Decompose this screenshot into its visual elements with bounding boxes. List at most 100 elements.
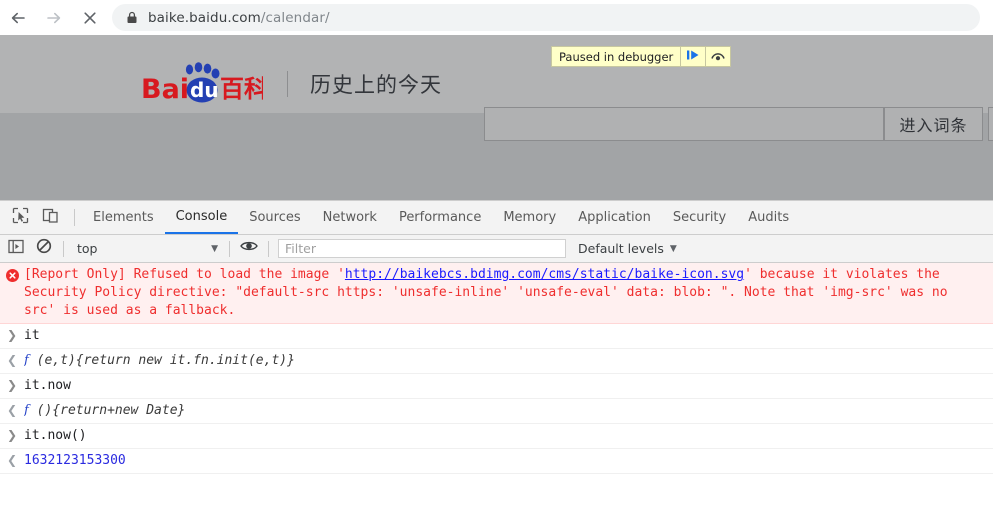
function-source: (){return+new Date} (28, 403, 186, 418)
console-input-text: it.now (24, 378, 71, 393)
tab-elements[interactable]: Elements (82, 201, 165, 234)
screenshot-root: baike.baidu.com/calendar/ Bai du 百科 历史上的… (0, 0, 993, 507)
svg-text:百科: 百科 (220, 75, 263, 103)
inspect-element-button[interactable] (5, 204, 35, 232)
error-line2: Security Policy directive: "default-src … (24, 285, 948, 300)
log-levels-select[interactable]: Default levels ▼ (578, 241, 677, 256)
chevron-down-icon: ▼ (211, 243, 218, 254)
console-output-row[interactable]: ❮ ƒ (e,t){return new it.fn.init(e,t)} (0, 349, 993, 374)
error-line1-pre: [Report Only] Refused to load the image … (24, 267, 345, 282)
url-path: /calendar/ (260, 9, 330, 26)
address-bar[interactable]: baike.baidu.com/calendar/ (112, 4, 980, 31)
svg-text:du: du (190, 78, 219, 102)
execution-context-select[interactable]: top ▼ (69, 239, 224, 259)
console-error-message[interactable]: [Report Only] Refused to load the image … (0, 263, 993, 324)
execution-context-value: top (77, 241, 98, 256)
stop-x-icon (80, 8, 100, 28)
toolbar-divider-3 (268, 240, 269, 257)
paused-in-debugger-banner: Paused in debugger (551, 46, 732, 67)
error-line1-post: ' because it violates the (744, 267, 940, 282)
lock-icon (126, 11, 138, 24)
tab-sources[interactable]: Sources (238, 201, 311, 234)
navigation-buttons (0, 0, 108, 35)
forward-arrow-icon (44, 8, 64, 28)
console-input-text: it (24, 328, 40, 343)
inspect-element-icon (12, 207, 29, 229)
toolbar-divider-1 (63, 240, 64, 257)
console-output-row[interactable]: ❮ ƒ (){return+new Date} (0, 399, 993, 424)
resume-script-icon (686, 48, 700, 66)
back-button[interactable] (0, 0, 36, 35)
console-gutter: ❯ (0, 424, 24, 448)
eye-icon (240, 239, 258, 258)
header-extra-control[interactable] (988, 107, 993, 141)
url-host: baike.baidu.com (148, 9, 261, 26)
enter-entry-button[interactable]: 进入词条 (884, 107, 983, 141)
baike-brand: Bai du 百科 历史上的今天 (141, 62, 442, 106)
console-gutter: ❮ (0, 449, 24, 473)
input-chevron-icon: ❯ (6, 378, 18, 392)
console-gutter: ❯ (0, 374, 24, 398)
browser-chrome: baike.baidu.com/calendar/ (0, 0, 993, 35)
console-output-text: ƒ (){return+new Date} (24, 399, 993, 423)
console-gutter: ❯ (0, 324, 24, 348)
clear-console-button[interactable] (30, 236, 58, 262)
device-toolbar-button[interactable] (35, 204, 65, 232)
tab-application[interactable]: Application (567, 201, 662, 234)
search-input[interactable] (484, 107, 884, 141)
step-over-button[interactable] (705, 47, 730, 66)
devtools-panel: Elements Console Sources Network Perform… (0, 200, 993, 507)
console-sidebar-icon (8, 239, 24, 259)
web-page-content: Bai du 百科 历史上的今天 进入词条 Paused in debugger (0, 35, 993, 200)
step-over-icon (710, 48, 726, 66)
error-image-url-link[interactable]: http://baikebcs.bdimg.com/cms/static/bai… (345, 267, 744, 282)
tab-security[interactable]: Security (662, 201, 737, 234)
chevron-down-icon: ▼ (669, 243, 677, 254)
back-arrow-icon (8, 8, 28, 28)
clear-console-icon (36, 238, 52, 259)
address-bar-url: baike.baidu.com/calendar/ (148, 10, 330, 26)
log-levels-label: Default levels (578, 241, 664, 256)
console-input-text: it.now() (24, 428, 87, 443)
forward-button[interactable] (36, 0, 72, 35)
console-gutter (0, 263, 24, 323)
page-title: 历史上的今天 (310, 73, 442, 97)
tab-performance[interactable]: Performance (388, 201, 492, 234)
output-chevron-icon: ❮ (6, 403, 18, 417)
tabbar-divider (74, 209, 75, 226)
console-sidebar-button[interactable] (2, 236, 30, 262)
tab-console[interactable]: Console (164, 201, 239, 234)
svg-text:Bai: Bai (141, 74, 189, 105)
console-input-row[interactable]: ❯ it.now (0, 374, 993, 399)
console-toolbar: top ▼ Filter Default levels ▼ (0, 235, 993, 263)
brand-divider (287, 71, 288, 97)
input-chevron-icon: ❯ (6, 328, 18, 342)
console-message-list: [Report Only] Refused to load the image … (0, 263, 993, 507)
console-input-row[interactable]: ❯ it.now() (0, 424, 993, 449)
tab-memory[interactable]: Memory (492, 201, 567, 234)
console-output-number: 1632123153300 (24, 453, 126, 468)
stop-loading-button[interactable] (72, 0, 108, 35)
output-chevron-icon: ❮ (6, 353, 18, 367)
paused-in-debugger-label: Paused in debugger (559, 49, 674, 64)
devtools-tabbar: Elements Console Sources Network Perform… (0, 201, 993, 235)
resume-script-button[interactable] (680, 47, 705, 66)
console-gutter: ❮ (0, 349, 24, 373)
device-toolbar-icon (42, 207, 59, 229)
input-chevron-icon: ❯ (6, 428, 18, 442)
console-output-row[interactable]: ❮ 1632123153300 (0, 449, 993, 474)
error-circle-icon (5, 269, 19, 282)
tab-audits[interactable]: Audits (737, 201, 800, 234)
tab-network[interactable]: Network (312, 201, 388, 234)
baike-page-header: Bai du 百科 历史上的今天 进入词条 Paused in debugger (0, 35, 993, 141)
console-gutter: ❮ (0, 399, 24, 423)
console-input-row[interactable]: ❯ it (0, 324, 993, 349)
live-expression-button[interactable] (235, 236, 263, 262)
console-output-text: ƒ (e,t){return new it.fn.init(e,t)} (24, 349, 993, 373)
error-line3: src' is used as a fallback. (24, 303, 236, 318)
filter-input[interactable]: Filter (278, 239, 566, 258)
baidu-logo[interactable]: Bai du 百科 (141, 62, 268, 106)
function-source: (e,t){return new it.fn.init(e,t)} (28, 353, 295, 368)
toolbar-divider-2 (229, 240, 230, 257)
output-chevron-icon: ❮ (6, 453, 18, 467)
